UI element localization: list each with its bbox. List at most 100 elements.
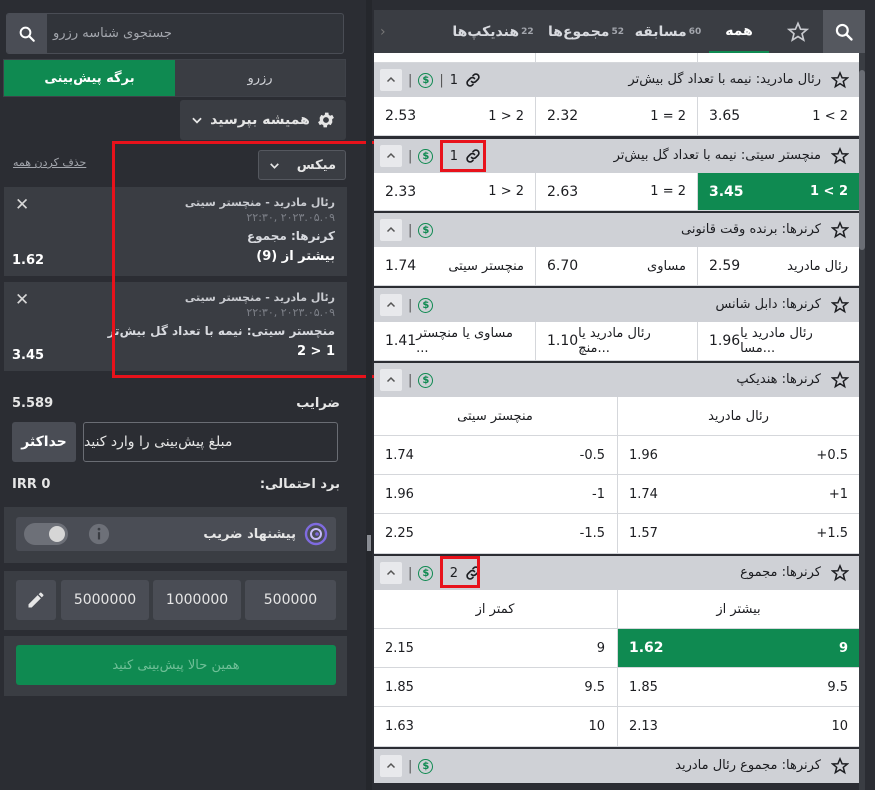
reservation-search-input[interactable]: جستجوی شناسه رزرو: [53, 14, 341, 53]
market-search-button[interactable]: [823, 10, 865, 53]
odds-suggestion-toggle[interactable]: [24, 523, 68, 545]
odds-cell[interactable]: 2.33 1 > 2: [374, 173, 535, 210]
chevron-up-icon[interactable]: [380, 369, 402, 391]
odds-cell[interactable]: 1.85 9.5: [374, 668, 616, 706]
odds-value: 2.13: [629, 719, 658, 734]
resize-handle[interactable]: [367, 535, 371, 551]
chevron-up-icon[interactable]: [380, 219, 402, 241]
odds-cell[interactable]: 2.63 1 = 2: [535, 173, 697, 210]
odds-cell[interactable]: 1.74 -0.5: [374, 436, 616, 474]
star-icon[interactable]: [831, 296, 849, 314]
odds-cell[interactable]: 6.70 مساوی: [535, 247, 697, 285]
close-icon[interactable]: ✕: [15, 290, 29, 310]
scrollbar-thumb[interactable]: [859, 70, 865, 250]
star-icon[interactable]: [831, 221, 849, 239]
gear-icon: [318, 112, 334, 128]
chevron-up-icon[interactable]: [380, 294, 402, 316]
bet-date: ۲۰۲۳.۰۵.۰۹ ,۲۲:۳۰: [246, 306, 335, 319]
market-title: کرنرها: هندیکپ: [736, 372, 821, 387]
quick-stake-button[interactable]: 1000000: [153, 580, 241, 620]
odds-cell[interactable]: 1.41 مساوی یا منچستر ...: [374, 322, 535, 360]
total-value: 9.5: [827, 679, 848, 695]
odds-cell[interactable]: 2.25 -1.5: [374, 514, 616, 553]
odds-cell[interactable]: 1.74 +1: [617, 475, 859, 513]
dollar-icon[interactable]: $: [418, 222, 434, 238]
dollar-icon[interactable]: $: [418, 372, 434, 388]
odds-cell[interactable]: 1.63 10: [374, 707, 616, 746]
odds-label: مساوی: [647, 258, 686, 274]
odds-cell[interactable]: 1.57 +1.5: [617, 514, 859, 553]
table-row: 2.13 10 1.63 10: [374, 707, 859, 747]
odds-cell[interactable]: 2.13 10: [617, 707, 859, 746]
odds-cell[interactable]: 2.32 1 = 2: [535, 97, 697, 135]
info-icon[interactable]: [88, 523, 110, 545]
chevron-up-icon[interactable]: [380, 145, 402, 167]
link-icon[interactable]: [464, 71, 482, 89]
odds-change-dropdown[interactable]: همیشه بپرسید: [180, 100, 346, 140]
chevron-up-icon[interactable]: [380, 755, 402, 777]
odds-cell[interactable]: 1.85 9.5: [617, 668, 859, 706]
tab-all[interactable]: همه: [709, 10, 769, 53]
odds-cell[interactable]: 2.15 9: [374, 629, 616, 667]
tabs-scroll-left-icon[interactable]: ›: [380, 10, 386, 53]
star-icon[interactable]: [831, 147, 849, 165]
odds-cell[interactable]: 1.96 -1: [374, 475, 616, 513]
odds-value: 1.74: [385, 447, 414, 463]
handicap-value: +1: [828, 486, 848, 502]
bet-mode-dropdown[interactable]: میکس: [258, 150, 346, 180]
edit-stakes-button[interactable]: [16, 580, 56, 620]
odds-cell-selected[interactable]: 3.45 1 < 2: [697, 173, 859, 210]
odds-value: 1.57: [629, 526, 658, 541]
odds-cell[interactable]: 1.10 رئال مادرید یا منچ...: [535, 322, 697, 360]
dollar-icon[interactable]: $: [418, 148, 434, 164]
table-row: 1.85 9.5 1.85 9.5: [374, 668, 859, 707]
star-icon[interactable]: [831, 71, 849, 89]
market-header[interactable]: رئال مادرید: نیمه با تعداد گل بیش‌تر | $…: [374, 63, 859, 97]
odds-cell[interactable]: 3.65 1 < 2: [697, 97, 859, 135]
dollar-icon[interactable]: $: [418, 72, 434, 88]
place-bet-button[interactable]: همین حالا پیش‌بینی کنید: [16, 645, 336, 685]
market-header[interactable]: کرنرها: برنده وقت قانونی | $: [374, 213, 859, 247]
quick-stake-button[interactable]: 5000000: [61, 580, 149, 620]
odds-label: رئال مادرید: [787, 258, 848, 274]
odds-cell[interactable]: 1.74 منچستر سیتی: [374, 247, 535, 285]
quick-stake-button[interactable]: 500000: [245, 580, 336, 620]
market-header[interactable]: کرنرها: هندیکپ | $: [374, 363, 859, 397]
odds-cell[interactable]: 2.59 رئال مادرید: [697, 247, 859, 285]
tab-match[interactable]: مسابقه 60: [633, 10, 703, 53]
market-header[interactable]: منچستر سیتی: نیمه با تعداد گل بیش‌تر | $…: [374, 139, 859, 173]
odds-cell-selected[interactable]: 1.62 9: [617, 629, 859, 667]
stake-amount-input[interactable]: مبلغ پیش‌بینی را وارد کنید: [83, 422, 338, 462]
odds-cell[interactable]: 2.53 1 > 2: [374, 97, 535, 135]
chevron-up-icon[interactable]: [380, 562, 402, 584]
tab-betslip[interactable]: برگه پیش‌بینی: [4, 60, 175, 96]
market-header[interactable]: کرنرها: مجموع رئال مادرید | $: [374, 749, 859, 783]
star-icon[interactable]: [831, 371, 849, 389]
odds-cell[interactable]: 1.96 +0.5: [617, 436, 859, 474]
table-row: 1.57 +1.5 2.25 -1.5: [374, 514, 859, 554]
dollar-icon[interactable]: $: [418, 297, 434, 313]
favorites-tab[interactable]: [779, 10, 817, 53]
market-header[interactable]: کرنرها: مجموع | $ | 2: [374, 556, 859, 590]
chevron-up-icon[interactable]: [380, 69, 402, 91]
tab-handicaps[interactable]: هندیکپ‌ها 22: [447, 10, 539, 53]
odds-label: منچستر سیتی: [448, 258, 524, 274]
table-row: [374, 53, 859, 63]
max-stake-button[interactable]: حداکثر: [12, 422, 76, 462]
close-icon[interactable]: ✕: [15, 195, 29, 215]
market-header[interactable]: کرنرها: دابل شانس | $: [374, 288, 859, 322]
link-icon[interactable]: [464, 147, 482, 165]
odds-cell[interactable]: 1.96 رئال مادرید یا مسا...: [697, 322, 859, 360]
dollar-icon[interactable]: $: [418, 758, 434, 774]
tab-totals[interactable]: مجموع‌ها 52: [545, 10, 627, 53]
star-icon[interactable]: [831, 564, 849, 582]
dollar-icon[interactable]: $: [418, 565, 434, 581]
panel-divider: [366, 0, 372, 790]
link-icon[interactable]: [464, 564, 482, 582]
tab-reserve[interactable]: رزرو: [175, 60, 345, 96]
quick-stakes: 5000000 1000000 500000: [4, 571, 347, 630]
table-row: 3.65 1 < 2 2.32 1 = 2 2.53 1 > 2: [374, 97, 859, 136]
search-button[interactable]: [7, 14, 47, 53]
star-icon[interactable]: [831, 757, 849, 775]
clear-all-link[interactable]: حذف کردن همه: [13, 156, 86, 169]
